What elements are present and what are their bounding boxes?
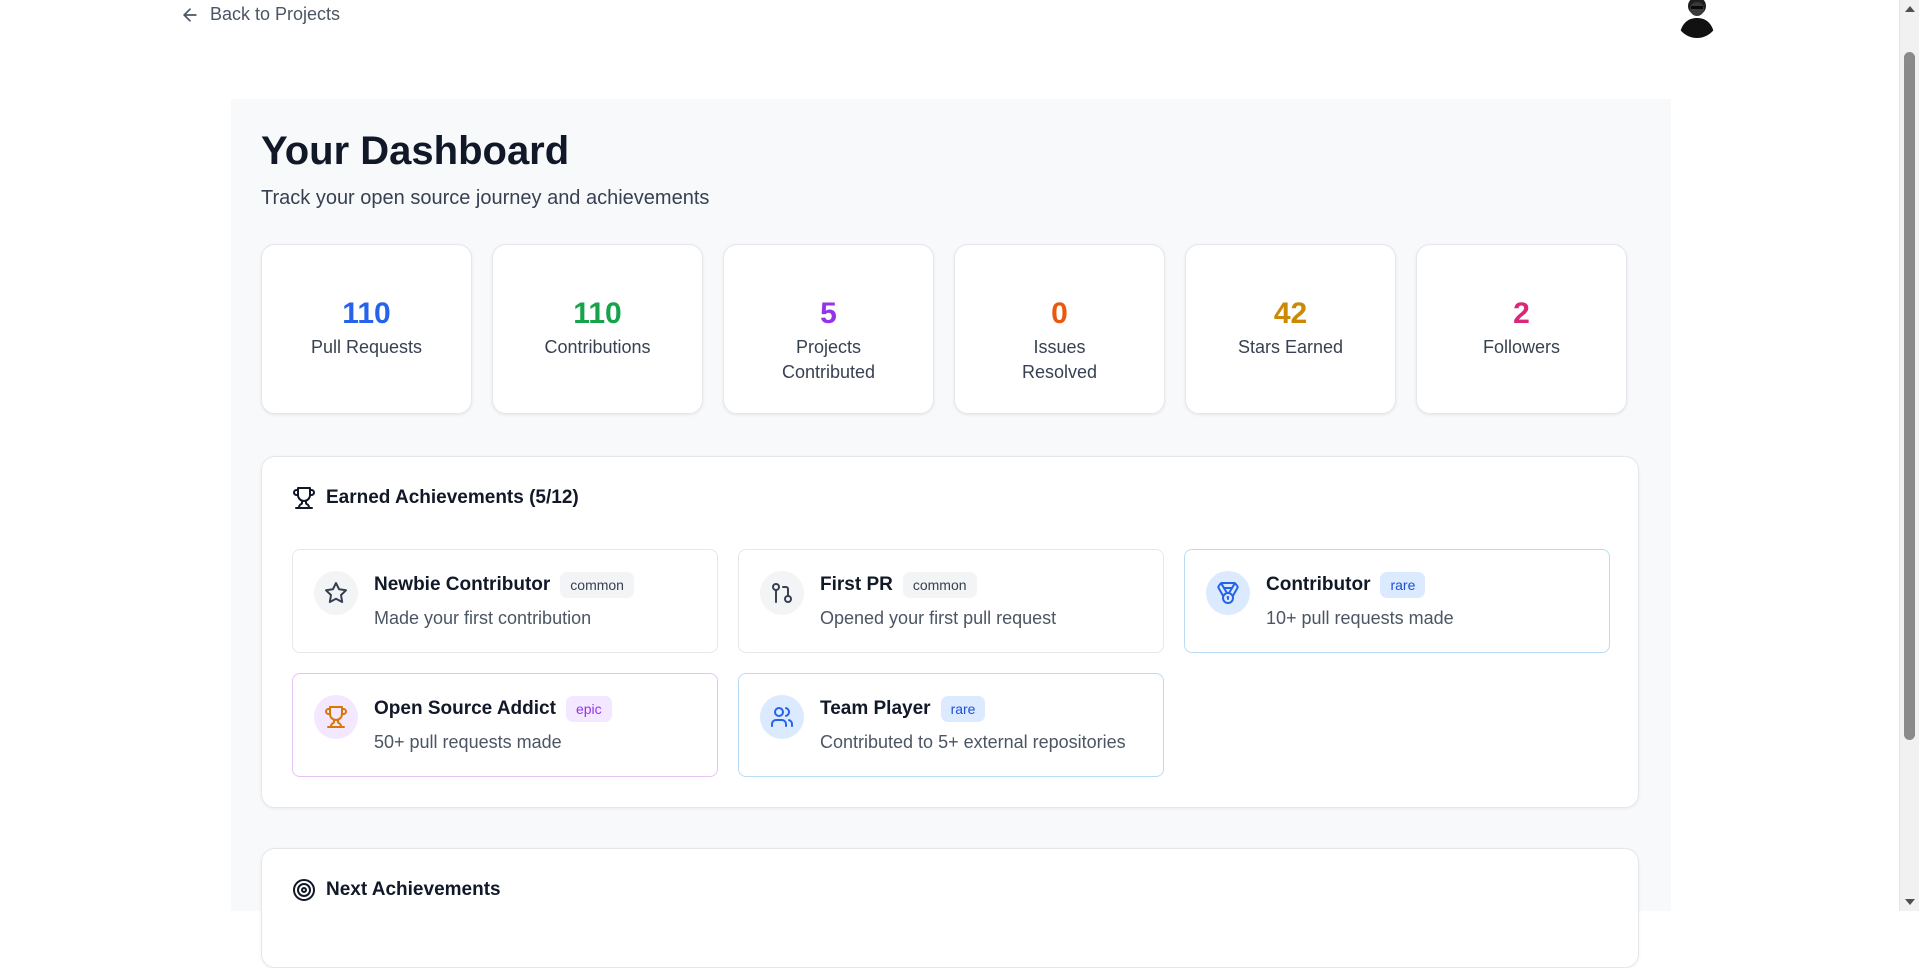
achievement-title: First PR [820,574,893,595]
stat-label: Issues Resolved [1021,337,1098,382]
stat-value: 110 [342,297,391,330]
stat-label: Contributions [544,337,651,357]
achievement-description: Contributed to 5+ external repositories [820,732,1126,752]
stat-value: 2 [1513,297,1530,330]
achievement-title: Team Player [820,698,931,719]
back-link-label: Back to Projects [210,4,341,24]
stat-card-stars-earned: 42 Stars Earned [1185,244,1396,414]
achievement-icon-wrap [314,695,358,739]
git-pull-request-icon [772,583,792,603]
stat-card-followers: 2 Followers [1416,244,1627,414]
achievement-description: 50+ pull requests made [374,732,562,752]
achievements-grid: Newbie Contributor common Made your firs… [292,549,1610,777]
next-achievements-title: Next Achievements [326,879,501,900]
scroll-up-arrow[interactable] [1905,6,1915,12]
stat-label: Stars Earned [1237,337,1344,357]
stat-label: Followers [1482,337,1561,357]
back-to-projects-link[interactable]: Back to Projects [180,4,340,25]
avatar[interactable] [1675,0,1719,38]
earned-achievements-header: Earned Achievements (5/12) [292,486,579,510]
achievement-icon-wrap [1206,571,1250,615]
achievement-title-row: Newbie Contributor common [374,572,634,598]
scroll-thumb[interactable] [1904,52,1915,740]
users-icon [771,707,793,727]
page-subtitle: Track your open source journey and achie… [261,187,710,209]
rarity-badge: epic [565,696,612,722]
achievement-icon-wrap [314,571,358,615]
page-scrollbar[interactable] [1899,0,1919,911]
achievement-card-team-player[interactable]: Team Player rare Contributed to 5+ exter… [738,673,1164,777]
stat-value: 0 [1051,297,1068,330]
achievement-description: 10+ pull requests made [1266,608,1454,628]
achievement-title: Newbie Contributor [374,574,551,595]
dashboard-panel: Your Dashboard Track your open source jo… [231,99,1671,968]
stat-value: 42 [1273,297,1308,330]
stat-card-contributions: 110 Contributions [492,244,703,414]
earned-achievements-title: Earned Achievements (5/12) [326,487,579,508]
star-icon [325,582,347,604]
rarity-badge: common [560,572,634,598]
medal-icon [1217,582,1239,604]
trophy-icon [293,487,315,509]
stats-row: 110 Pull Requests 110 Contributions 5 Pr… [261,244,1627,414]
earned-achievements-section: Earned Achievements (5/12) Newbie Contri… [261,456,1639,808]
achievement-title: Open Source Addict [374,698,556,719]
rarity-badge: rare [1380,572,1426,598]
achievement-card-newbie-contributor[interactable]: Newbie Contributor common Made your firs… [292,549,718,653]
achievement-title-row: Contributor rare [1266,572,1426,598]
stat-label: Pull Requests [310,337,423,357]
achievement-title-row: First PR common [820,572,977,598]
achievement-title: Contributor [1266,574,1371,595]
next-achievements-section: Next Achievements [261,848,1639,968]
stat-card-pull-requests: 110 Pull Requests [261,244,472,414]
scroll-down-arrow[interactable] [1905,899,1915,905]
arrow-left-icon [183,7,197,22]
stat-value: 5 [820,297,837,330]
achievement-icon-wrap [760,695,804,739]
stat-value: 110 [573,297,622,330]
trophy-icon [325,706,347,728]
achievement-card-open-source-addict[interactable]: Open Source Addict epic 50+ pull request… [292,673,718,777]
stat-card-issues-resolved: 0 Issues Resolved [954,244,1165,414]
target-icon [293,879,315,901]
next-achievements-header: Next Achievements [292,878,501,902]
achievement-title-row: Team Player rare [820,696,986,722]
achievement-title-row: Open Source Addict epic [374,696,612,722]
page-title: Your Dashboard [261,129,570,173]
stat-card-projects-contributed: 5 Projects Contributed [723,244,934,414]
top-bar: Back to Projects [0,0,1900,40]
rarity-badge: rare [940,696,986,722]
achievement-card-contributor[interactable]: Contributor rare 10+ pull requests made [1184,549,1610,653]
achievement-card-first-pr[interactable]: First PR common Opened your first pull r… [738,549,1164,653]
achievement-description: Opened your first pull request [820,608,1057,628]
achievement-icon-wrap [760,571,804,615]
stat-label: Projects Contributed [781,337,876,382]
achievement-description: Made your first contribution [374,608,592,628]
rarity-badge: common [902,572,977,598]
